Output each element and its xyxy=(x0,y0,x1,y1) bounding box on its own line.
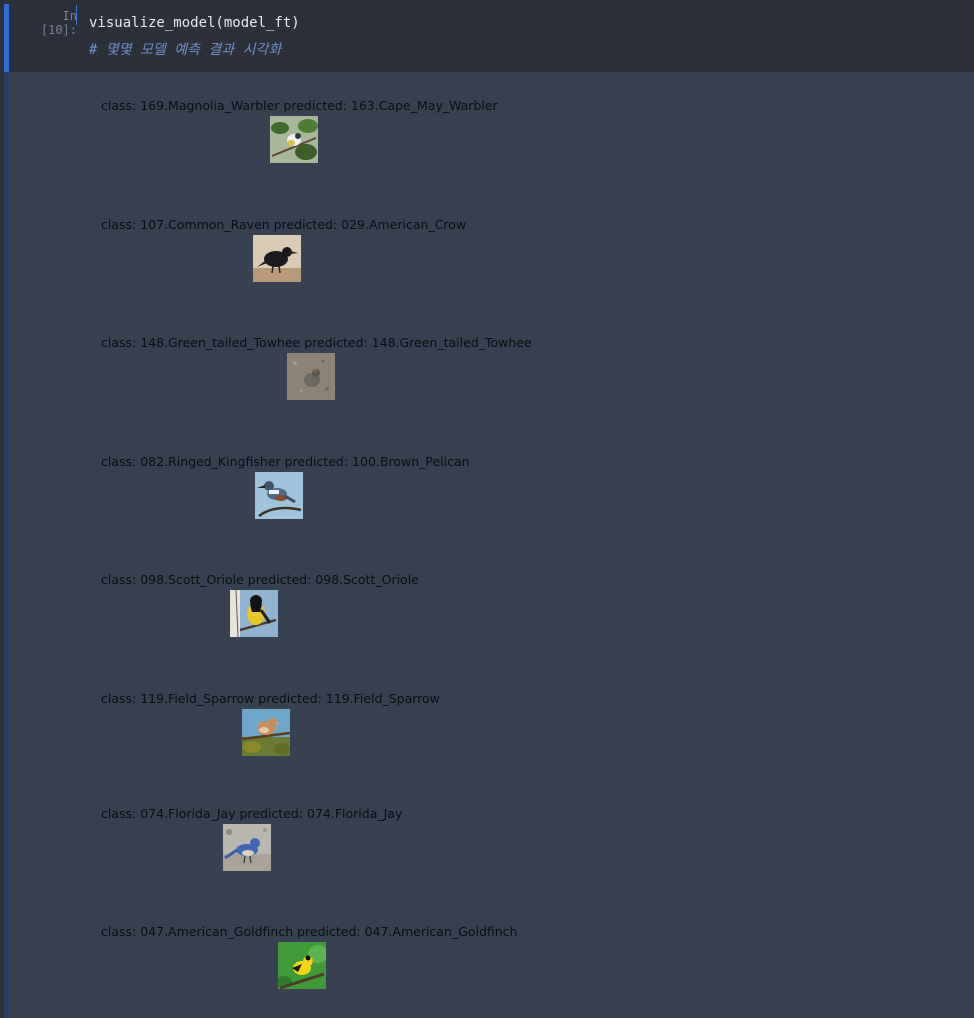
prediction-label: class: 119.Field_Sparrow predicted: 119.… xyxy=(101,691,440,706)
bird-thumbnail xyxy=(242,709,290,756)
cell-output-area: class: 169.Magnolia_Warbler predicted: 1… xyxy=(9,72,974,1018)
prediction-label: class: 148.Green_tailed_Towhee predicted… xyxy=(101,335,532,350)
bird-thumbnail xyxy=(287,353,335,400)
prediction-label: class: 107.Common_Raven predicted: 029.A… xyxy=(101,217,467,232)
cell-prompt: In [10]: xyxy=(40,9,77,37)
bird-thumbnail xyxy=(223,824,271,871)
bird-thumbnail xyxy=(278,942,326,989)
notebook-cell[interactable]: In [10]: visualize_model(model_ft) # 몇몇 … xyxy=(0,0,974,1018)
cell-input-area[interactable]: In [10]: visualize_model(model_ft) # 몇몇 … xyxy=(9,4,974,72)
prediction-label: class: 047.American_Goldfinch predicted:… xyxy=(101,924,518,939)
prediction-label: class: 082.Ringed_Kingfisher predicted: … xyxy=(101,454,470,469)
code-comment[interactable]: # 몇몇 모델 예측 결과 시각화 xyxy=(89,39,281,59)
prediction-label: class: 098.Scott_Oriole predicted: 098.S… xyxy=(101,572,419,587)
prediction-label: class: 169.Magnolia_Warbler predicted: 1… xyxy=(101,98,498,113)
bird-thumbnail xyxy=(253,235,301,282)
prediction-label: class: 074.Florida_Jay predicted: 074.Fl… xyxy=(101,806,403,821)
prompt-cursor-line xyxy=(76,5,77,25)
bird-thumbnail xyxy=(230,590,278,637)
bird-thumbnail xyxy=(270,116,318,163)
bird-thumbnail xyxy=(255,472,303,519)
code-line[interactable]: visualize_model(model_ft) xyxy=(89,15,300,31)
